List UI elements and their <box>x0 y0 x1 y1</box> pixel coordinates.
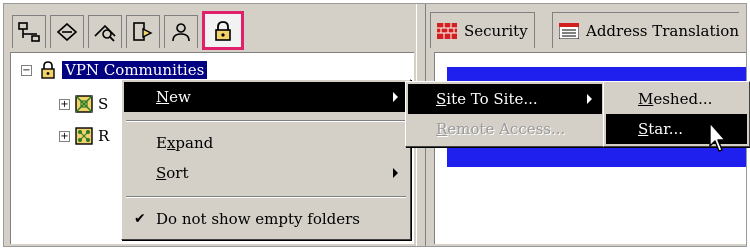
firewall-brick-icon <box>437 22 457 39</box>
tree-node-label: R <box>98 127 110 145</box>
menu-item-label: Meshed... <box>638 90 713 108</box>
mouse-pointer-icon <box>709 122 726 152</box>
users-icon <box>172 23 190 42</box>
menu-separator <box>126 196 406 198</box>
resources-icon <box>94 24 116 42</box>
context-menu: New Expand Sort ✔ Do not show empty fold… <box>121 79 411 240</box>
tab-vpn-communities[interactable] <box>202 11 244 50</box>
tab-users[interactable] <box>164 15 198 48</box>
menu-item-meshed[interactable]: Meshed... <box>606 84 747 114</box>
star-community-icon <box>75 95 93 113</box>
vpn-lock-icon <box>215 20 231 41</box>
menu-item-label: Expand <box>156 134 214 152</box>
tree-node-community-2[interactable]: + R <box>59 125 109 147</box>
submenu-arrow-icon <box>587 94 592 104</box>
submenu-arrow-icon <box>393 92 398 102</box>
tab-security[interactable]: Security <box>430 12 535 48</box>
menu-item-label: Sort <box>156 164 189 182</box>
tab-address-translation[interactable]: Address Translation <box>552 12 739 48</box>
menu-item-site-to-site[interactable]: Site To Site... <box>408 84 602 114</box>
tab-servers[interactable] <box>126 15 160 48</box>
menu-item-label: Do not show empty folders <box>156 210 361 228</box>
expand-toggle-icon[interactable]: + <box>59 130 70 142</box>
services-icon <box>56 22 78 42</box>
meshed-community-icon <box>75 127 93 145</box>
network-objects-icon <box>18 22 40 42</box>
menu-item-new[interactable]: New <box>124 82 408 112</box>
vpn-lock-icon <box>41 61 55 79</box>
expand-toggle-icon[interactable]: + <box>59 98 70 110</box>
tree-node-label[interactable]: VPN Communities <box>62 61 208 79</box>
tab-resources[interactable] <box>88 15 122 48</box>
address-translation-icon <box>559 22 579 39</box>
tab-network-objects[interactable] <box>12 15 46 48</box>
checkmark-icon: ✔ <box>134 211 146 227</box>
submenu-arrow-icon <box>393 168 398 178</box>
menu-item-label: Remote Access... <box>436 120 566 138</box>
menu-item-do-not-show-empty-folders[interactable]: ✔ Do not show empty folders <box>124 204 408 234</box>
menu-item-label: Site To Site... <box>436 90 538 108</box>
new-submenu: Site To Site... Remote Access... <box>405 81 605 147</box>
tree-node-label: S <box>98 95 109 113</box>
menu-item-label: Star... <box>638 120 684 138</box>
menu-item-label: New <box>156 88 191 106</box>
tab-services[interactable] <box>50 15 84 48</box>
menu-item-sort[interactable]: Sort <box>124 158 408 188</box>
tree-node-community-1[interactable]: + S <box>59 93 108 115</box>
tab-address-translation-label: Address Translation <box>586 21 739 40</box>
menu-separator <box>126 120 406 122</box>
tab-security-label: Security <box>464 21 528 40</box>
tree-node-vpn-communities[interactable]: − VPN Communities <box>21 59 208 81</box>
collapse-toggle-icon[interactable]: − <box>21 64 32 76</box>
menu-item-expand[interactable]: Expand <box>124 128 408 158</box>
servers-icon <box>133 22 153 41</box>
object-category-tabs <box>8 10 412 52</box>
menu-item-remote-access: Remote Access... <box>408 114 602 144</box>
